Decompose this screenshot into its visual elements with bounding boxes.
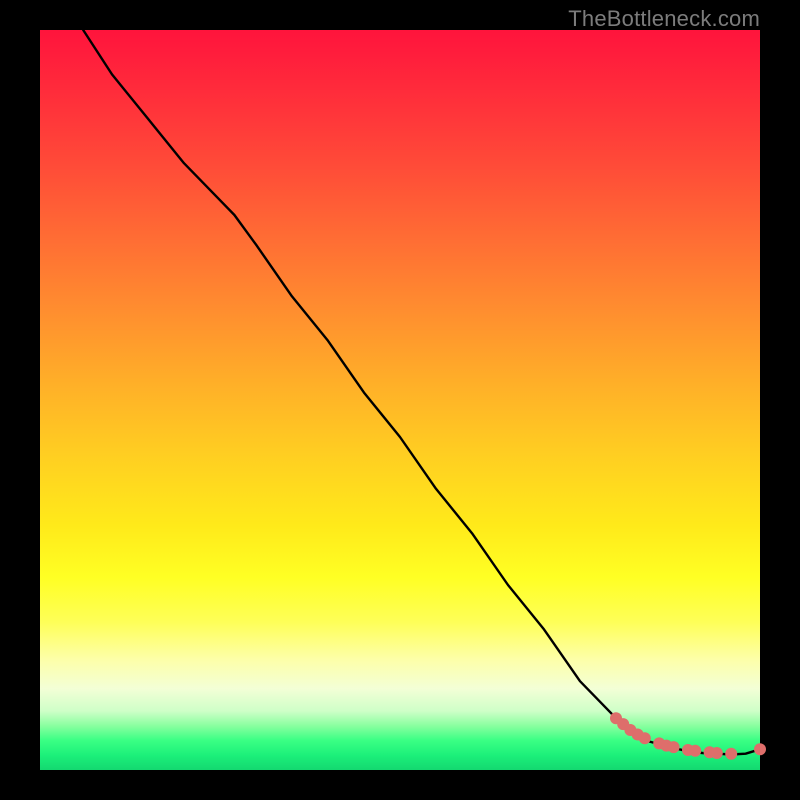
outer-frame: TheBottleneck.com	[0, 0, 800, 800]
marker-point	[711, 747, 723, 759]
curve-group	[83, 30, 760, 755]
marker-point	[725, 748, 737, 760]
marker-point	[668, 741, 680, 753]
marker-point	[689, 745, 701, 757]
bottleneck-curve	[83, 30, 760, 755]
marker-point	[639, 732, 651, 744]
marker-point	[754, 743, 766, 755]
chart-overlay	[0, 0, 800, 800]
highlighted-range-markers	[610, 712, 766, 760]
